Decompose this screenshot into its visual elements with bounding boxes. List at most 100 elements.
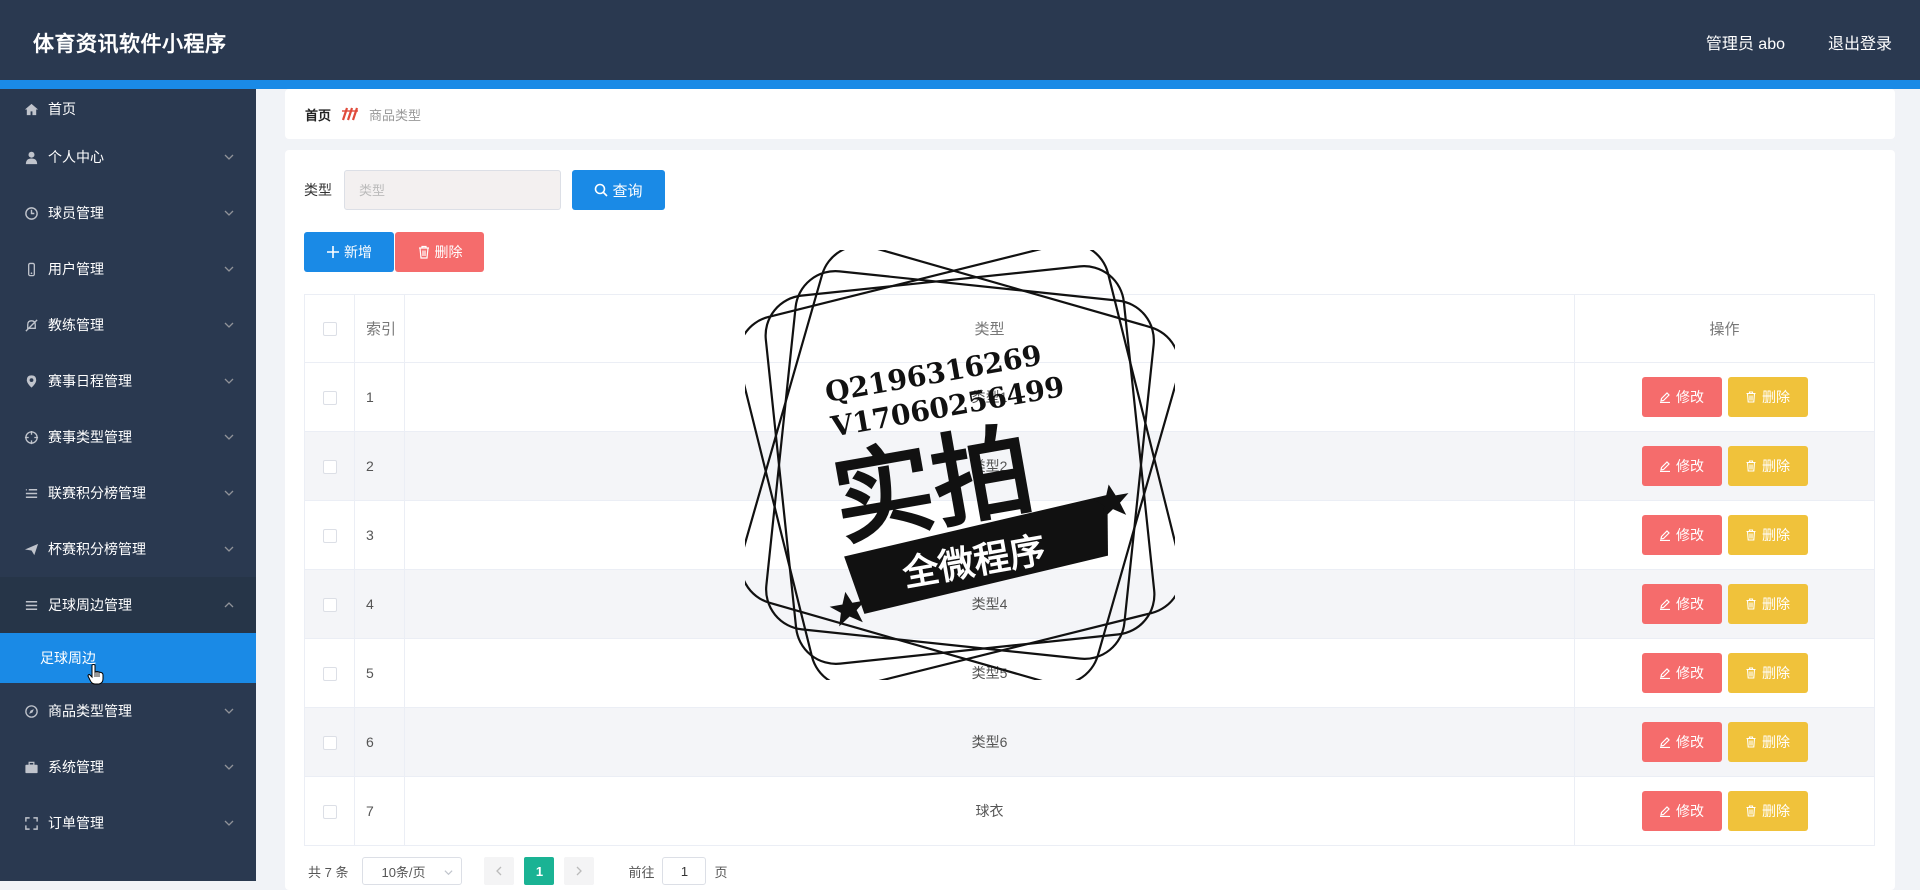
list-icon [22,484,40,502]
delete-button[interactable]: 删除 [1727,446,1808,486]
row-index: 5 [354,638,405,708]
edit-icon [1660,392,1670,403]
chevron-down-icon [224,154,234,160]
search-icon [595,183,609,197]
logout-link[interactable]: 退出登录 [1828,30,1892,54]
sidebar-item-cup-standings[interactable]: 杯赛积分榜管理 [0,521,256,577]
sidebar-item-product-types[interactable]: 商品类型管理 [0,683,256,739]
edit-icon [1660,599,1670,610]
edit-icon [1660,530,1670,541]
fullscreen-icon [22,814,40,832]
edit-button-label: 修改 [1676,527,1704,543]
trash-icon [1746,529,1756,541]
delete-button[interactable]: 删除 [1727,584,1808,624]
delete-button-label: 删除 [1762,665,1790,681]
row-type: 球衣 [404,776,1575,846]
delete-button[interactable]: 删除 [1727,653,1808,693]
edit-icon [1660,668,1670,679]
sidebar-item-label: 用户管理 [48,261,104,277]
home-icon [22,100,40,118]
main-panel: 类型 查询 新增 删除 索引 类型 操作 1类型1修改删除2类型2修改删除3类型… [285,150,1895,890]
edit-button-label: 修改 [1676,389,1704,405]
delete-button[interactable]: 删除 [1727,377,1808,417]
delete-button-label: 删除 [1762,527,1790,543]
add-button[interactable]: 新增 [304,232,394,272]
edit-button[interactable]: 修改 [1641,653,1722,693]
delete-button-label: 删除 [1762,803,1790,819]
query-button[interactable]: 查询 [572,170,665,210]
edit-icon [1660,461,1670,472]
edit-button-label: 修改 [1676,458,1704,474]
row-checkbox[interactable] [322,391,337,406]
trash-icon [1746,667,1756,679]
sidebar-item-label: 足球周边管理 [48,597,132,613]
row-index: 1 [354,362,405,432]
trash-icon [1746,736,1756,748]
bell-off-icon [22,316,40,334]
delete-button[interactable]: 删除 [1727,515,1808,555]
chevron-down-icon [444,870,453,876]
select-all-checkbox[interactable] [322,322,337,337]
goto-prefix: 前往 [628,864,655,880]
sidebar-item-system[interactable]: 系统管理 [0,739,256,795]
add-button-label: 新增 [344,244,372,260]
delete-button[interactable]: 删除 [1727,722,1808,762]
header-index: 索引 [354,294,405,363]
edit-button[interactable]: 修改 [1641,584,1722,624]
top-header: 体育资讯软件小程序 管理员 abo 退出登录 [0,0,1920,89]
edit-button[interactable]: 修改 [1641,515,1722,555]
breadcrumb-home[interactable]: 首页 [305,105,331,124]
edit-button[interactable]: 修改 [1641,377,1722,417]
table-row: 6 类型6 修改 删除 [304,707,1875,777]
delete-button-label: 删除 [1762,389,1790,405]
table-row: 7 球衣 修改 删除 [304,776,1875,846]
compass-icon [22,702,40,720]
bulk-delete-button[interactable]: 删除 [395,232,484,272]
pagination: 共 7 条 10条/页 1 前往 页 [304,856,728,886]
row-checkbox[interactable] [322,805,337,820]
table-row: 1 类型1 修改 删除 [304,362,1875,432]
sidebar-item-label: 首页 [48,101,76,117]
sidebar-item-label: 球员管理 [48,205,104,221]
table-row: 3 类型3 修改 删除 [304,500,1875,570]
edit-button[interactable]: 修改 [1641,722,1722,762]
sidebar-item-league-standings[interactable]: 联赛积分榜管理 [0,465,256,521]
row-checkbox[interactable] [322,736,337,751]
sidebar-subitem-football-merch[interactable]: 足球周边 [0,633,256,685]
chevron-down-icon [224,764,234,770]
type-search-input[interactable] [344,170,561,210]
sidebar-item-football-merch[interactable]: 足球周边管理 [0,577,256,633]
row-checkbox[interactable] [322,667,337,682]
edit-button[interactable]: 修改 [1641,791,1722,831]
sidebar-item-schedule[interactable]: 赛事日程管理 [0,353,256,409]
chevron-up-icon [224,602,234,608]
sidebar-item-users[interactable]: 用户管理 [0,241,256,297]
query-button-label: 查询 [612,182,643,200]
sidebar-item-coaches[interactable]: 教练管理 [0,297,256,353]
edit-button[interactable]: 修改 [1641,446,1722,486]
chevron-down-icon [224,820,234,826]
delete-button-label: 删除 [1762,596,1790,612]
sidebar-item-orders[interactable]: 订单管理 [0,795,256,851]
row-checkbox[interactable] [322,460,337,475]
row-checkbox[interactable] [322,598,337,613]
trash-icon [418,245,429,259]
sidebar-item-home[interactable]: 首页 [0,89,256,129]
send-icon [22,540,40,558]
trash-icon [1746,805,1756,817]
chevron-down-icon [224,434,234,440]
breadcrumb: 首页 商品类型 [285,89,1895,139]
chevron-down-icon [224,546,234,552]
trash-icon [1746,460,1756,472]
edit-button-label: 修改 [1676,665,1704,681]
sidebar-item-players[interactable]: 球员管理 [0,185,256,241]
sidebar-item-label: 个人中心 [48,149,104,165]
sidebar-item-match-types[interactable]: 赛事类型管理 [0,409,256,465]
row-index: 3 [354,500,405,570]
header-ops: 操作 [1574,294,1875,363]
separator-icon [341,107,359,121]
row-checkbox[interactable] [322,529,337,544]
sidebar-item-label: 杯赛积分榜管理 [48,541,146,557]
sidebar-item-personal[interactable]: 个人中心 [0,129,256,185]
delete-button[interactable]: 删除 [1727,791,1808,831]
